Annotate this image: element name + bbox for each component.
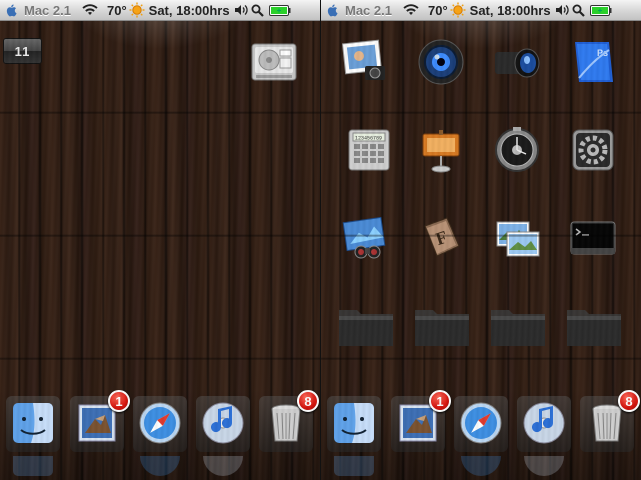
mail-badge: 1 xyxy=(429,390,451,412)
dock-reflection xyxy=(199,456,247,480)
svg-text:123456789: 123456789 xyxy=(355,136,382,142)
calculator-icon[interactable]: 123456789 xyxy=(345,126,393,174)
dock-reflection xyxy=(520,456,568,480)
system-preferences-icon[interactable] xyxy=(569,126,617,174)
dock-item-safari[interactable] xyxy=(133,396,187,452)
dual-homescreen: Mac 2.1 70° Sat, 18:00hrs 11 1 8 Mac 2.1… xyxy=(0,0,641,480)
wifi-icon xyxy=(403,4,419,15)
status-bar: Mac 2.1 70° Sat, 18:00hrs xyxy=(321,0,641,21)
photoshop-icon[interactable]: Ps xyxy=(569,38,617,86)
apple-icon xyxy=(327,4,338,17)
datetime-label: Sat, 18:00hrs xyxy=(469,2,551,18)
status-bar: Mac 2.1 70° Sat, 18:00hrs xyxy=(0,0,320,21)
apple-icon xyxy=(6,4,17,17)
iphoto-icon[interactable] xyxy=(341,38,389,86)
datetime-label: Sat, 18:00hrs xyxy=(148,2,230,18)
font-book-icon[interactable]: F xyxy=(417,214,465,262)
terminal-icon[interactable] xyxy=(569,214,617,262)
folder-icon[interactable] xyxy=(565,304,623,348)
dock-item-finder[interactable] xyxy=(327,396,381,452)
webcam-icon[interactable] xyxy=(417,38,465,86)
folder-icon[interactable] xyxy=(413,304,471,348)
dock-item-trash[interactable]: 8 xyxy=(580,390,640,452)
keynote-icon[interactable] xyxy=(417,126,465,174)
image-capture-icon[interactable] xyxy=(493,214,541,262)
dock-item-itunes[interactable] xyxy=(517,396,571,452)
folder-icon[interactable] xyxy=(489,304,547,348)
trash-badge: 8 xyxy=(618,390,640,412)
dock-item-finder[interactable] xyxy=(6,396,60,452)
sun-icon xyxy=(129,2,145,18)
dock-item-mail[interactable]: 1 xyxy=(70,390,130,452)
dock-reflection xyxy=(9,456,57,480)
sun-icon xyxy=(450,2,466,18)
battery-icon xyxy=(268,4,291,16)
mail-badge: 1 xyxy=(108,390,130,412)
finder-icon xyxy=(334,403,374,443)
dock-reflection xyxy=(136,456,184,480)
itunes-icon xyxy=(523,402,565,444)
dock-reflection xyxy=(457,456,505,480)
battery-icon xyxy=(589,4,612,16)
clock-widget[interactable]: 11 xyxy=(3,38,42,64)
wifi-icon xyxy=(82,4,98,15)
dock-item-itunes[interactable] xyxy=(196,396,250,452)
safari-icon xyxy=(460,402,502,444)
folder-icon[interactable] xyxy=(337,304,395,348)
dock-item-mail[interactable]: 1 xyxy=(391,390,451,452)
home-screen-left: Mac 2.1 70° Sat, 18:00hrs 11 1 8 xyxy=(0,0,320,480)
itunes-icon xyxy=(202,402,244,444)
volume-icon xyxy=(555,5,569,15)
carrier-label: Mac 2.1 xyxy=(345,2,392,18)
hard-drive-icon[interactable] xyxy=(250,38,298,86)
trash-badge: 8 xyxy=(297,390,319,412)
volume-icon xyxy=(234,5,248,15)
preview-icon[interactable] xyxy=(341,214,389,262)
search-icon xyxy=(572,4,585,17)
dock-reflection xyxy=(330,456,378,480)
dashboard-watch-icon[interactable] xyxy=(493,126,541,174)
home-screen-right: Mac 2.1 70° Sat, 18:00hrs Ps 123456789 F… xyxy=(321,0,641,480)
camera-lens-icon[interactable] xyxy=(493,38,541,86)
dock-item-trash[interactable]: 8 xyxy=(259,390,319,452)
temperature-label: 70° xyxy=(106,2,127,18)
search-icon xyxy=(251,4,264,17)
finder-icon xyxy=(13,403,53,443)
temperature-label: 70° xyxy=(427,2,448,18)
dock-item-safari[interactable] xyxy=(454,396,508,452)
carrier-label: Mac 2.1 xyxy=(24,2,71,18)
safari-icon xyxy=(139,402,181,444)
